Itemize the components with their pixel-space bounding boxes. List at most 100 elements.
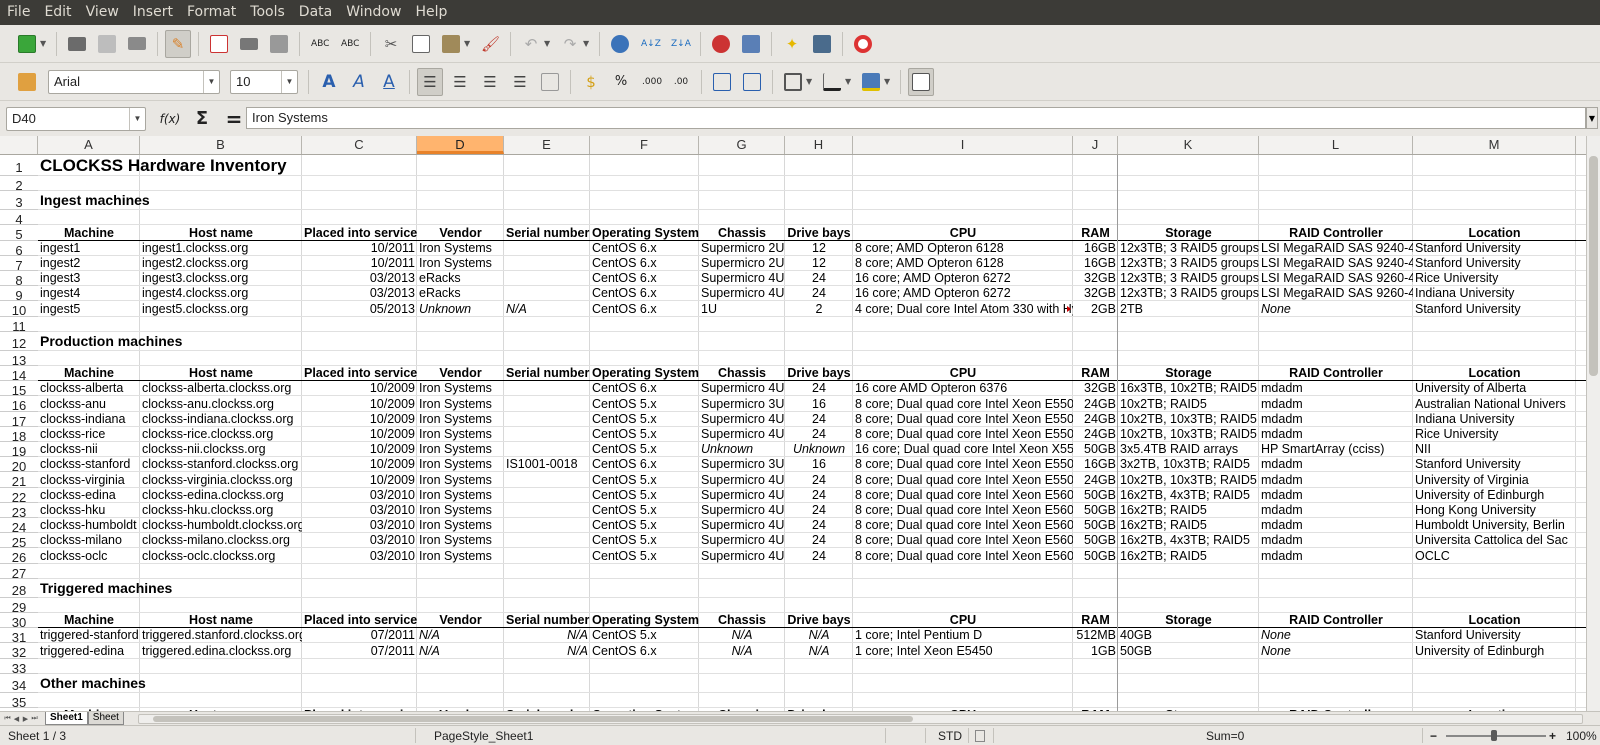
cell-k23[interactable]: 16x2TB; RAID5 [1118, 503, 1259, 518]
cell-d20[interactable]: Iron Systems [417, 457, 504, 472]
cell-i32[interactable]: 1 core; Intel Xeon E5450 [853, 644, 1073, 659]
cell-i9[interactable]: 16 core; AMD Opteron 6272 [853, 286, 1073, 301]
cell-k14[interactable]: Storage [1118, 366, 1259, 381]
cell-i6[interactable]: 8 core; AMD Opteron 6128 [853, 241, 1073, 256]
increase-indent-button[interactable] [739, 68, 765, 96]
cell-m5[interactable]: Location [1413, 226, 1576, 241]
cell-j10[interactable]: 2GB [1073, 302, 1118, 317]
cell-g10[interactable]: 1U [699, 302, 785, 317]
cell-j9[interactable]: 32GB [1073, 286, 1118, 301]
cell-c6[interactable]: 10/2011 [302, 241, 417, 256]
cell-d18[interactable]: Iron Systems [417, 427, 504, 442]
cell-a34[interactable]: Other machines [38, 674, 338, 693]
border-style-button[interactable] [819, 68, 845, 96]
cell-g22[interactable]: Supermicro 4U [699, 488, 785, 503]
cell-k20[interactable]: 3x2TB, 10x3TB; RAID5 [1118, 457, 1259, 472]
help-button[interactable] [850, 30, 876, 58]
cell-m22[interactable]: University of Edinburgh [1413, 488, 1576, 503]
cell-f18[interactable]: CentOS 5.x [590, 427, 699, 442]
cell-l23[interactable]: mdadm [1259, 503, 1413, 518]
cell-g6[interactable]: Supermicro 2U [699, 241, 785, 256]
redo-dropdown-arrow[interactable]: ▼ [583, 39, 591, 48]
select-all-corner[interactable] [0, 136, 38, 154]
cell-h9[interactable]: 24 [785, 286, 853, 301]
cell-m8[interactable]: Rice University [1413, 271, 1576, 286]
cell-b22[interactable]: clockss-edina.clockss.org [140, 488, 302, 503]
cell-l7[interactable]: LSI MegaRAID SAS 9240-4i [1259, 256, 1413, 271]
cell-g18[interactable]: Supermicro 4U [699, 427, 785, 442]
cell-h7[interactable]: 12 [785, 256, 853, 271]
cell-b25[interactable]: clockss-milano.clockss.org [140, 533, 302, 548]
row-header-23[interactable]: 23 [0, 503, 38, 520]
cell-g17[interactable]: Supermicro 4U [699, 412, 785, 427]
cell-c17[interactable]: 10/2009 [302, 412, 417, 427]
cell-k21[interactable]: 10x2TB, 10x3TB; RAID5 [1118, 473, 1259, 488]
cell-a31[interactable]: triggered-stanford [38, 628, 140, 643]
cell-k7[interactable]: 12x3TB; 3 RAID5 groups [1118, 256, 1259, 271]
cell-m31[interactable]: Stanford University [1413, 628, 1576, 643]
cell-a28[interactable]: Triggered machines [38, 579, 338, 598]
cell-a30[interactable]: Machine [38, 613, 140, 628]
cell-c10[interactable]: 05/2013 [302, 302, 417, 317]
row-header-10[interactable]: 10 [0, 301, 38, 318]
row-header-29[interactable]: 29 [0, 598, 38, 615]
paste-button[interactable] [438, 30, 464, 58]
navigator-button[interactable]: ✦ [779, 30, 805, 58]
cell-l18[interactable]: mdadm [1259, 427, 1413, 442]
cell-h15[interactable]: 24 [785, 381, 853, 396]
cell-a22[interactable]: clockss-edina [38, 488, 140, 503]
cell-f10[interactable]: CentOS 6.x [590, 302, 699, 317]
justify-button[interactable]: ☰ [507, 68, 533, 96]
cell-a6[interactable]: ingest1 [38, 241, 140, 256]
column-header-a[interactable]: A [38, 136, 140, 154]
menu-tools[interactable]: Tools [243, 0, 292, 25]
cell-area[interactable]: CLOCKSS Hardware Inventory Ingest machine… [38, 155, 1586, 711]
cell-d15[interactable]: Iron Systems [417, 381, 504, 396]
cell-l5[interactable]: RAID Controller [1259, 226, 1413, 241]
cell-g8[interactable]: Supermicro 4U [699, 271, 785, 286]
cell-l25[interactable]: mdadm [1259, 533, 1413, 548]
autospellcheck-button[interactable]: ABC [337, 30, 363, 58]
cell-j14[interactable]: RAM [1073, 366, 1118, 381]
cell-j5[interactable]: RAM [1073, 226, 1118, 241]
cell-j25[interactable]: 50GB [1073, 533, 1118, 548]
cell-m24[interactable]: Humboldt University, Berlin [1413, 518, 1576, 533]
cell-b32[interactable]: triggered.edina.clockss.org [140, 644, 302, 659]
cell-c9[interactable]: 03/2013 [302, 286, 417, 301]
cell-m6[interactable]: Stanford University [1413, 241, 1576, 256]
row-header-6[interactable]: 6 [0, 241, 38, 258]
menu-data[interactable]: Data [292, 0, 339, 25]
toggle-sidebar-button[interactable] [908, 67, 934, 96]
cell-e10[interactable]: N/A [504, 302, 590, 317]
cell-b6[interactable]: ingest1.clockss.org [140, 241, 302, 256]
cell-d22[interactable]: Iron Systems [417, 488, 504, 503]
cell-g15[interactable]: Supermicro 4U [699, 381, 785, 396]
cell-l6[interactable]: LSI MegaRAID SAS 9240-4i [1259, 241, 1413, 256]
cell-g31[interactable]: N/A [699, 628, 785, 643]
cell-b14[interactable]: Host name [140, 366, 302, 381]
row-header-18[interactable]: 18 [0, 427, 38, 444]
redo-button[interactable]: ↷ [557, 30, 583, 58]
cell-g16[interactable]: Supermicro 3U [699, 397, 785, 412]
currency-format-button[interactable]: $ [578, 68, 604, 96]
cell-j19[interactable]: 50GB [1073, 442, 1118, 457]
column-header-g[interactable]: G [699, 136, 785, 154]
row-header-24[interactable]: 24 [0, 518, 38, 535]
cell-j7[interactable]: 16GB [1073, 256, 1118, 271]
cell-a17[interactable]: clockss-indiana [38, 412, 140, 427]
menu-format[interactable]: Format [180, 0, 243, 25]
column-header-b[interactable]: B [140, 136, 302, 154]
border-style-dropdown-arrow[interactable]: ▼ [845, 77, 853, 86]
cell-f23[interactable]: CentOS 5.x [590, 503, 699, 518]
font-size-box[interactable]: 10 ▼ [230, 69, 298, 94]
row-header-30[interactable]: 30 [0, 613, 38, 630]
cell-h22[interactable]: 24 [785, 488, 853, 503]
chevron-down-icon[interactable]: ▼ [129, 107, 145, 130]
cell-i14[interactable]: CPU [853, 366, 1073, 381]
cell-f25[interactable]: CentOS 5.x [590, 533, 699, 548]
cell-k6[interactable]: 12x3TB; 3 RAID5 groups [1118, 241, 1259, 256]
cell-h10[interactable]: 2 [785, 302, 853, 317]
cell-a8[interactable]: ingest3 [38, 271, 140, 286]
cell-k17[interactable]: 10x2TB, 10x3TB; RAID5 [1118, 412, 1259, 427]
cell-d8[interactable]: eRacks [417, 271, 504, 286]
